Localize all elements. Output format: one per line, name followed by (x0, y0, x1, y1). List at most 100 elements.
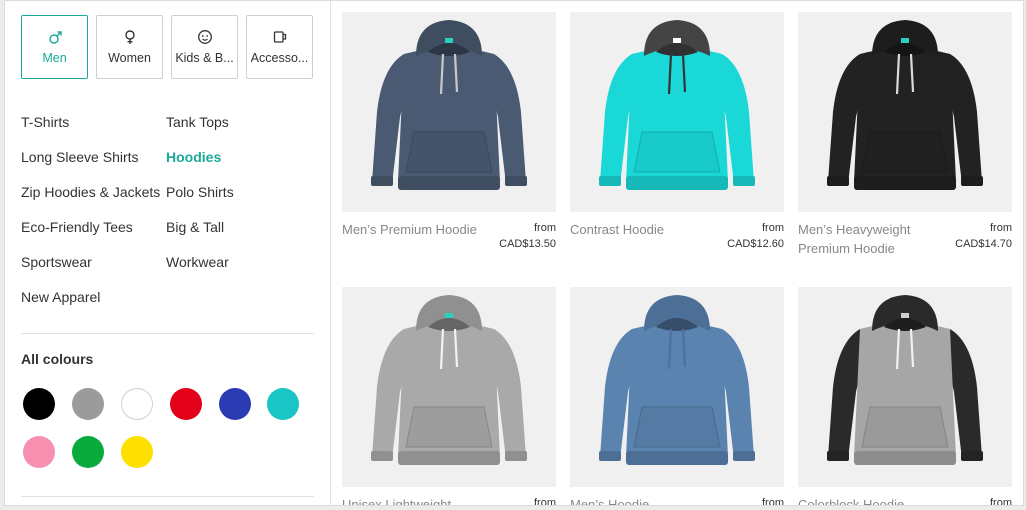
subcategory-zip-hoodies-jackets[interactable]: Zip Hoodies & Jackets (21, 184, 160, 200)
category-label: Women (108, 51, 151, 65)
category-women[interactable]: Women (96, 15, 163, 79)
hoodie-left-cuff (599, 451, 621, 461)
product-card[interactable]: Men’s Premium Hoodie from CAD$13.50 (342, 12, 556, 250)
hoodie-left-cuff (599, 176, 621, 186)
divider (21, 333, 314, 334)
product-card[interactable]: Contrast Hoodie from CAD$12.60 (570, 12, 784, 250)
product-image[interactable] (570, 287, 784, 487)
price-from-label: from (762, 497, 784, 506)
product-price: CAD$13.50 (499, 238, 556, 250)
colour-swatch-turquoise[interactable] (267, 388, 299, 420)
category-label: Kids & B... (175, 51, 234, 65)
subcategory-new-apparel[interactable]: New Apparel (21, 289, 100, 305)
price-from-label: from (534, 497, 556, 506)
hoodie-right-cuff (505, 176, 527, 186)
hoodie-right-cuff (505, 451, 527, 461)
hoodie-pocket (633, 406, 721, 448)
product-name[interactable]: Men’s Heavyweight Premium Hoodie (798, 220, 938, 258)
hoodie-right-cuff (961, 176, 983, 186)
hoodie-pocket (633, 131, 721, 173)
category-kids-baby[interactable]: Kids & B... (171, 15, 238, 79)
hoodie-tag (673, 313, 681, 318)
product-image[interactable] (798, 287, 1012, 487)
colours-heading: All colours (21, 351, 94, 367)
shop-frame: Men Women Kids & B... Accesso... T-Shirt… (4, 0, 1024, 506)
colour-swatch-green[interactable] (72, 436, 104, 468)
hoodie-illustration (827, 295, 983, 465)
hoodie-tag (445, 38, 453, 43)
category-men[interactable]: Men (21, 15, 88, 79)
hoodie-right-cuff (733, 176, 755, 186)
category-accessories[interactable]: Accesso... (246, 15, 313, 79)
hoodie-tag (673, 38, 681, 43)
product-price: CAD$12.60 (727, 238, 784, 250)
hoodie-tag (901, 313, 909, 318)
male-icon (48, 31, 62, 44)
hoodie-right-cuff (961, 451, 983, 461)
price-from-label: from (990, 222, 1012, 234)
category-tabs: Men Women Kids & B... Accesso... (21, 15, 321, 79)
colour-swatch-white[interactable] (121, 388, 153, 420)
subcategory-big-tall[interactable]: Big & Tall (166, 219, 224, 235)
hoodie-hem (398, 451, 500, 465)
hoodie-tag (901, 38, 909, 43)
colour-swatch-black[interactable] (23, 388, 55, 420)
category-label: Accesso... (250, 51, 309, 65)
product-name[interactable]: Unisex Lightweight (342, 495, 482, 505)
colour-swatch-grey[interactable] (72, 388, 104, 420)
hoodie-illustration (371, 295, 527, 465)
product-image[interactable] (342, 287, 556, 487)
hoodie-hem (398, 176, 500, 190)
filter-sidebar: Men Women Kids & B... Accesso... T-Shirt… (5, 1, 331, 505)
subcategory-sportswear[interactable]: Sportswear (21, 254, 92, 270)
subcategory-workwear[interactable]: Workwear (166, 254, 229, 270)
product-image[interactable] (570, 12, 784, 212)
baby-face-icon (197, 30, 212, 44)
hoodie-illustration (599, 20, 755, 190)
subcategory-t-shirts[interactable]: T-Shirts (21, 114, 69, 130)
product-card[interactable]: Unisex Lightweight from (342, 287, 556, 505)
hoodie-hem (854, 451, 956, 465)
product-name[interactable]: Colorblock Hoodie (798, 495, 938, 505)
hoodie-pocket (405, 131, 493, 173)
hoodie-left-cuff (371, 176, 393, 186)
product-image[interactable] (342, 12, 556, 212)
hoodie-pocket (861, 406, 949, 448)
hoodie-left-cuff (827, 451, 849, 461)
hoodie-tag (445, 313, 453, 318)
product-name[interactable]: Men’s Premium Hoodie (342, 220, 482, 239)
hoodie-right-cuff (733, 451, 755, 461)
colour-swatch-red[interactable] (170, 388, 202, 420)
hoodie-pocket (405, 406, 493, 448)
subcategory-long-sleeve-shirts[interactable]: Long Sleeve Shirts (21, 149, 139, 165)
subcategory-hoodies[interactable]: Hoodies (166, 149, 221, 165)
category-label: Men (42, 51, 67, 65)
price-from-label: from (990, 497, 1012, 506)
price-from-label: from (762, 222, 784, 234)
female-icon (124, 30, 135, 44)
hoodie-illustration (599, 295, 755, 465)
product-card[interactable]: Men’s Hoodie from (570, 287, 784, 505)
colour-swatch-pink[interactable] (23, 436, 55, 468)
subcategory-tank-tops[interactable]: Tank Tops (166, 114, 229, 130)
hoodie-hem (854, 176, 956, 190)
hoodie-left-cuff (371, 451, 393, 461)
hoodie-hem (626, 451, 728, 465)
price-from-label: from (534, 222, 556, 234)
product-price: CAD$14.70 (955, 238, 1012, 250)
product-image[interactable] (798, 12, 1012, 212)
hoodie-hem (626, 176, 728, 190)
mug-icon (273, 31, 286, 43)
hoodie-illustration (371, 20, 527, 190)
colour-swatch-blue[interactable] (219, 388, 251, 420)
product-name[interactable]: Men’s Hoodie (570, 495, 710, 505)
subcategory-polo-shirts[interactable]: Polo Shirts (166, 184, 234, 200)
hoodie-left-cuff (827, 176, 849, 186)
product-name[interactable]: Contrast Hoodie (570, 220, 710, 239)
colour-swatch-yellow[interactable] (121, 436, 153, 468)
product-card[interactable]: Colorblock Hoodie from (798, 287, 1012, 505)
product-card[interactable]: Men’s Heavyweight Premium Hoodie from CA… (798, 12, 1012, 256)
hoodie-pocket (861, 131, 949, 173)
subcategory-eco-friendly-tees[interactable]: Eco-Friendly Tees (21, 219, 133, 235)
divider (21, 496, 314, 497)
